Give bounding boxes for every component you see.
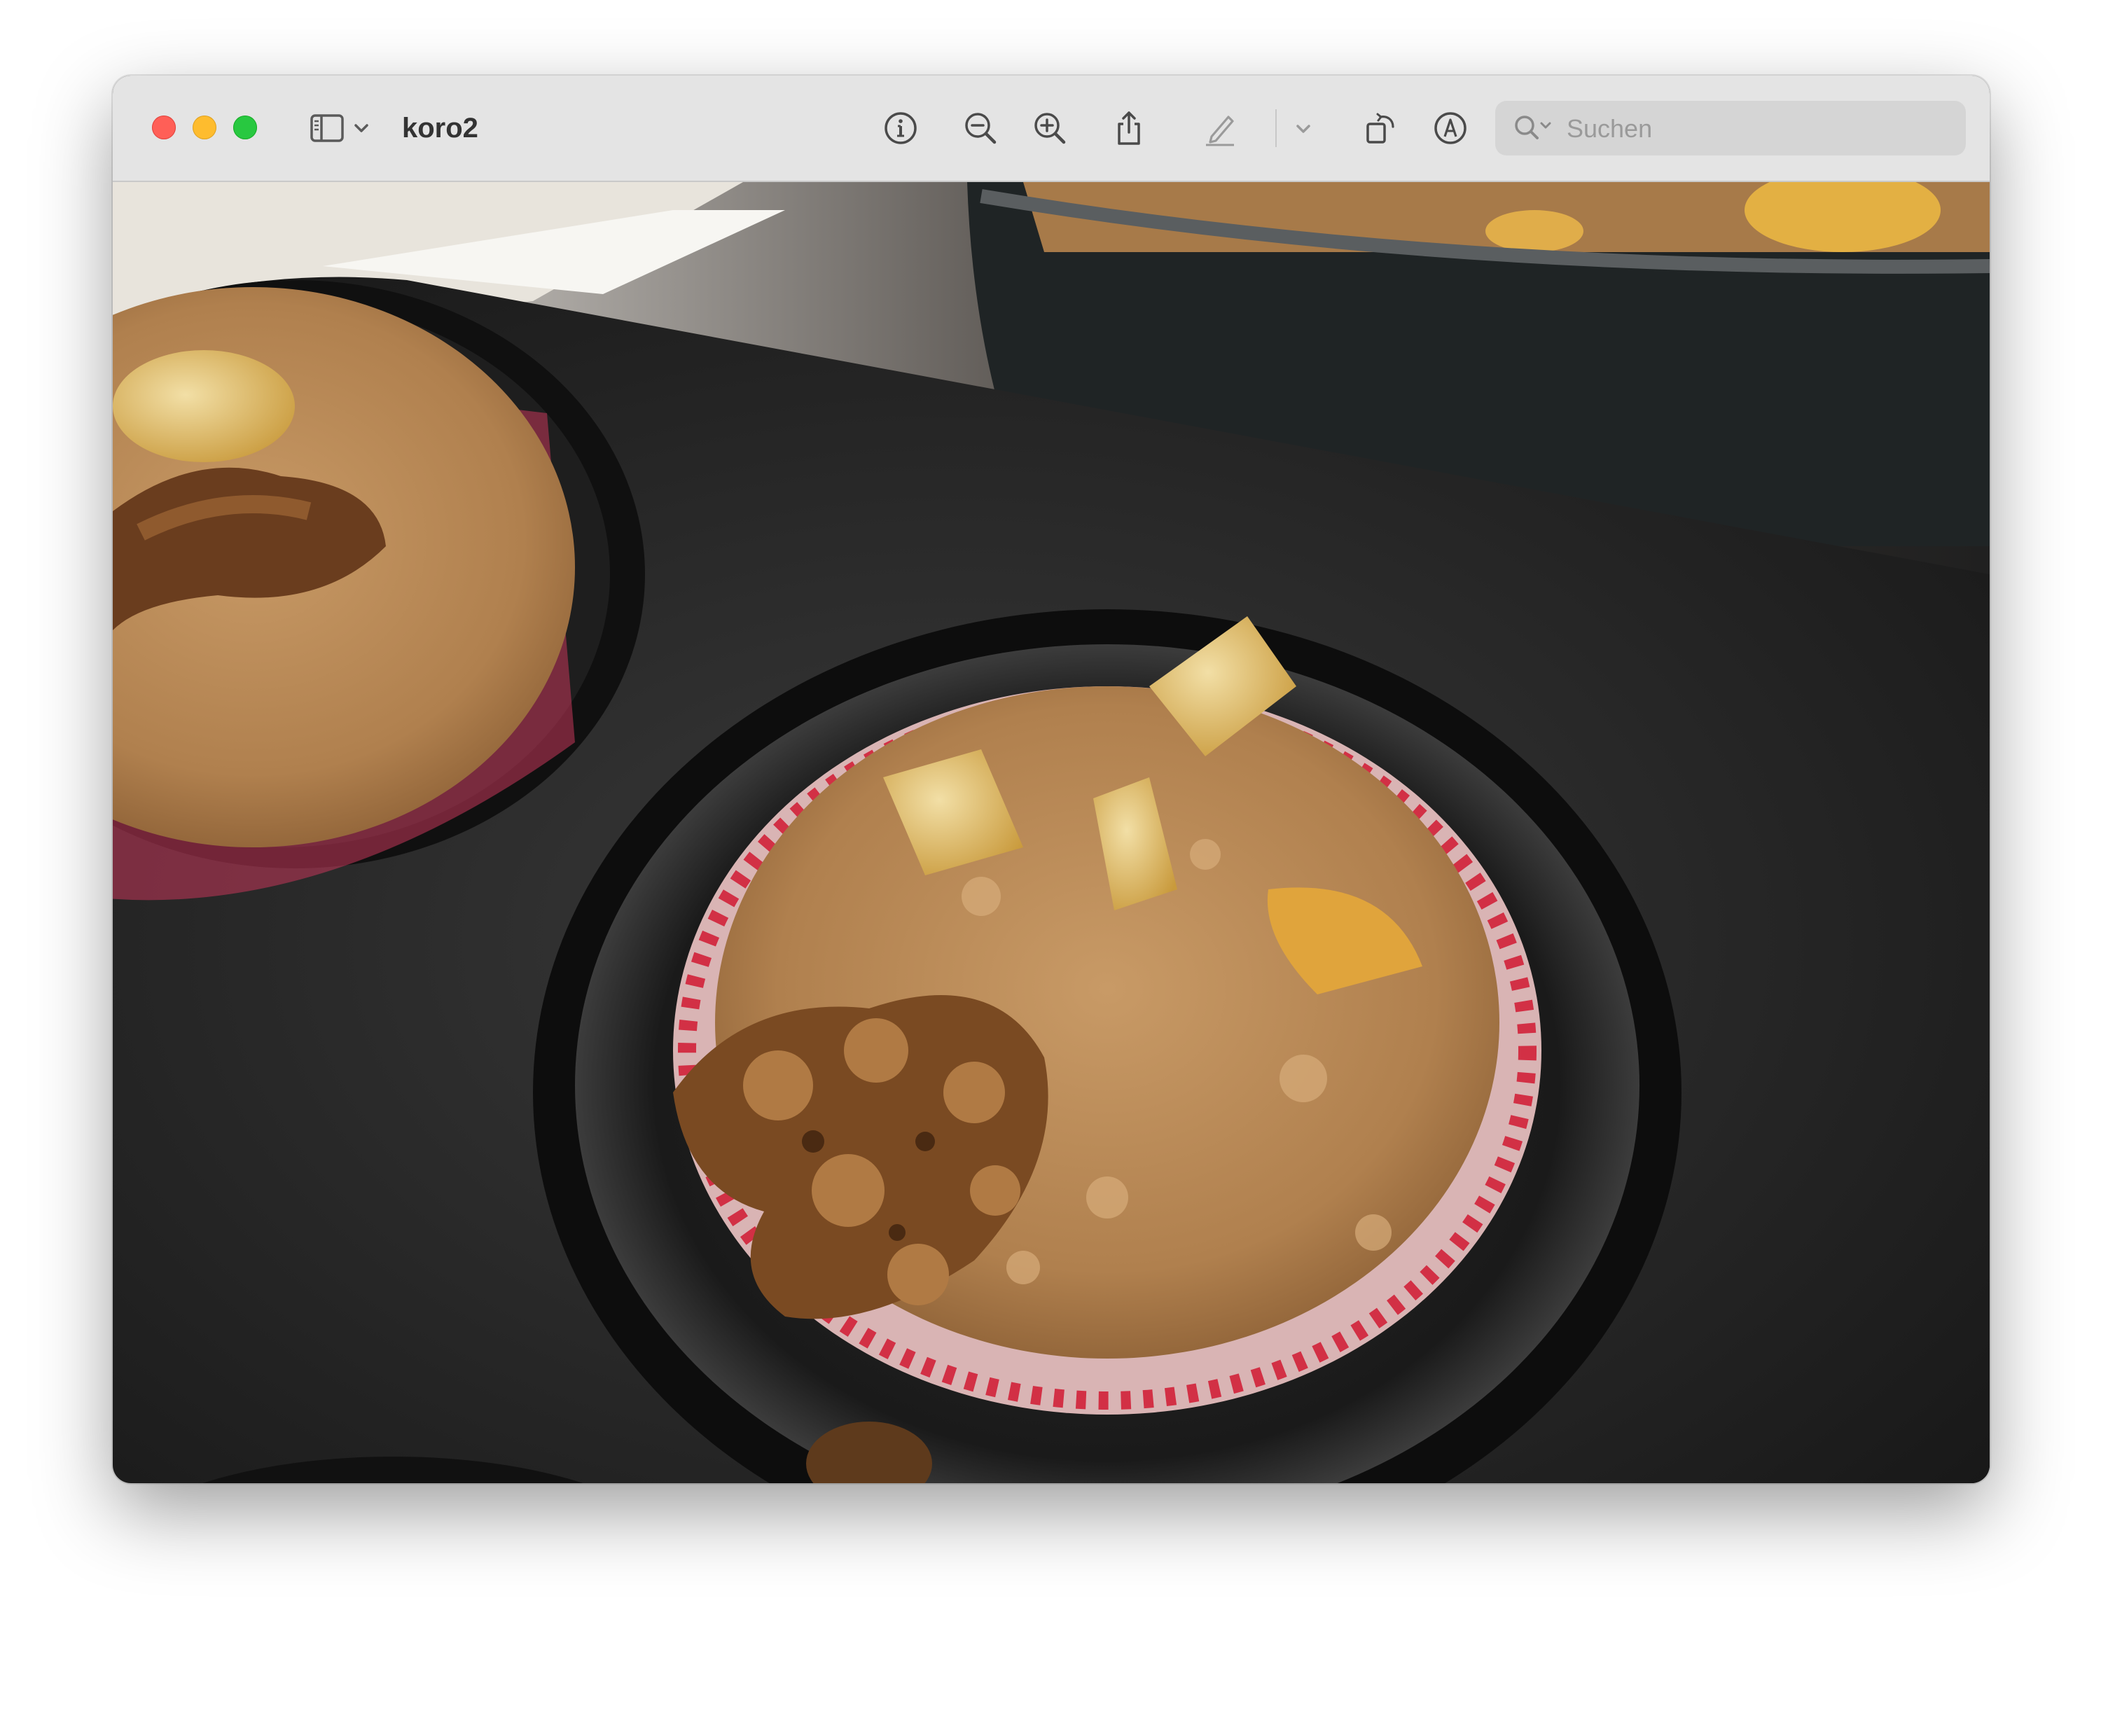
rotate-icon[interactable]: [1361, 109, 1400, 148]
zoom-button[interactable]: [233, 116, 257, 139]
window-title: koro2: [402, 113, 478, 144]
preview-window: koro2: [113, 76, 1990, 1483]
search-input[interactable]: [1565, 101, 1960, 157]
markup-pencil-icon[interactable]: [1200, 109, 1240, 148]
info-icon[interactable]: [881, 109, 920, 148]
close-button[interactable]: [152, 116, 176, 139]
share-icon[interactable]: [1109, 109, 1149, 148]
search-icon: [1515, 116, 1551, 139]
sidebar-icon[interactable]: [307, 109, 347, 148]
annotate-icon[interactable]: [1431, 109, 1470, 148]
chevron-down-icon[interactable]: [351, 109, 372, 148]
title-bar: koro2: [113, 76, 1990, 182]
toolbar-divider: [1275, 109, 1277, 147]
zoom-in-icon[interactable]: [1030, 109, 1069, 148]
chevron-down-icon[interactable]: [1289, 109, 1317, 148]
minimize-button[interactable]: [193, 116, 216, 139]
zoom-out-icon[interactable]: [961, 109, 1000, 148]
muffin-photo: [113, 182, 1990, 1483]
search-field[interactable]: [1495, 101, 1966, 157]
